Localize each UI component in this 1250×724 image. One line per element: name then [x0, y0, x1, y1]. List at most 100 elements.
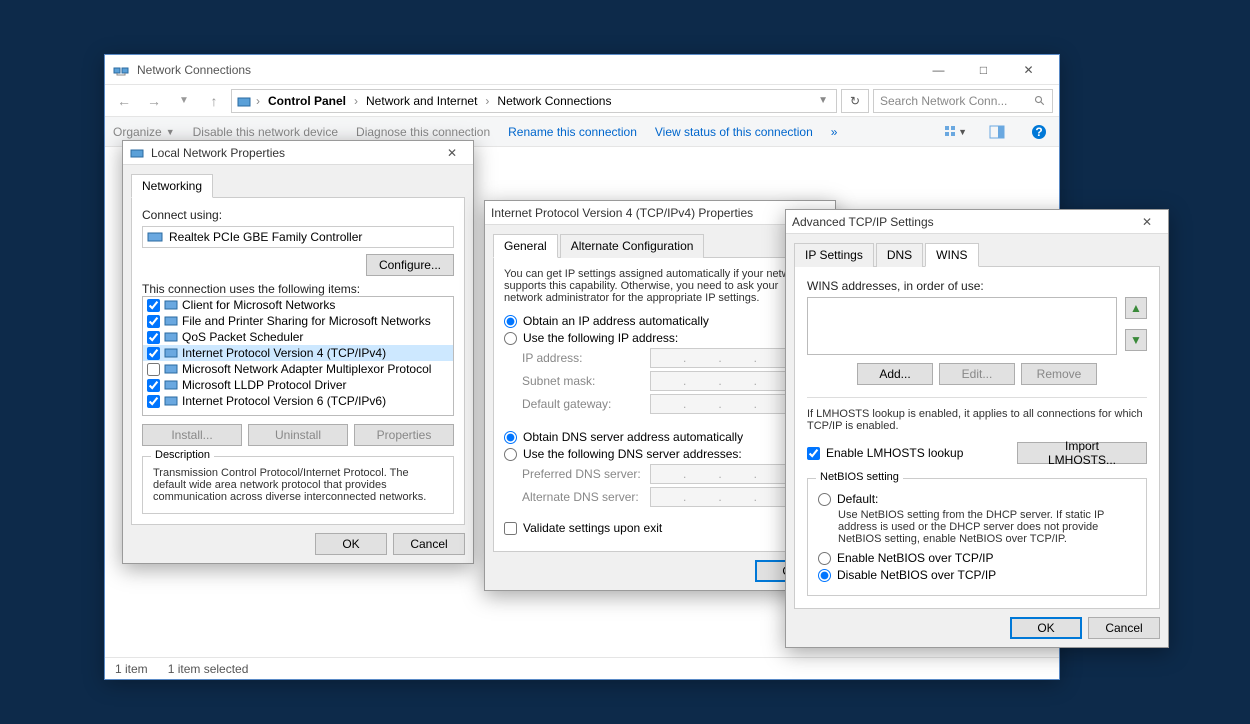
- list-item[interactable]: File and Printer Sharing for Microsoft N…: [143, 313, 453, 329]
- uses-items-label: This connection uses the following items…: [142, 282, 454, 296]
- close-button[interactable]: ✕: [1006, 56, 1051, 84]
- protocol-icon: [164, 362, 178, 376]
- validate-settings-checkbox[interactable]: [504, 522, 517, 535]
- local-network-properties-dialog: Local Network Properties ✕ Networking Co…: [122, 140, 474, 564]
- adapter-name: Realtek PCIe GBE Family Controller: [169, 230, 362, 244]
- back-button[interactable]: ←: [111, 88, 137, 114]
- validate-settings-label: Validate settings upon exit: [523, 521, 662, 535]
- list-item[interactable]: Client for Microsoft Networks: [143, 297, 453, 313]
- cancel-button[interactable]: Cancel: [1088, 617, 1160, 639]
- item-checkbox[interactable]: [147, 347, 160, 360]
- list-item[interactable]: Microsoft Network Adapter Multiplexor Pr…: [143, 361, 453, 377]
- crumb-control-panel[interactable]: Control Panel: [264, 92, 350, 110]
- item-label: QoS Packet Scheduler: [182, 330, 303, 344]
- item-checkbox[interactable]: [147, 395, 160, 408]
- disable-device-button[interactable]: Disable this network device: [193, 125, 338, 139]
- netbios-legend: NetBIOS setting: [816, 471, 903, 483]
- search-input[interactable]: Search Network Conn...: [873, 89, 1053, 113]
- diagnose-button[interactable]: Diagnose this connection: [356, 125, 490, 139]
- refresh-button[interactable]: ↻: [841, 89, 869, 113]
- item-checkbox[interactable]: [147, 299, 160, 312]
- obtain-dns-auto-label: Obtain DNS server address automatically: [523, 430, 743, 444]
- netbios-default-label: Default:: [837, 492, 878, 506]
- list-item[interactable]: Internet Protocol Version 6 (TCP/IPv6): [143, 393, 453, 409]
- install-button[interactable]: Install...: [142, 424, 242, 446]
- netbios-disable-radio[interactable]: [818, 569, 831, 582]
- address-dropdown-icon[interactable]: ▼: [814, 95, 832, 106]
- item-checkbox[interactable]: [147, 363, 160, 376]
- view-status-button[interactable]: View status of this connection: [655, 125, 813, 139]
- protocol-list[interactable]: Client for Microsoft NetworksFile and Pr…: [142, 296, 454, 416]
- preview-pane-icon[interactable]: [985, 120, 1009, 144]
- tab-dns[interactable]: DNS: [876, 243, 923, 267]
- use-following-dns-radio[interactable]: [504, 448, 517, 461]
- netbios-default-radio[interactable]: [818, 493, 831, 506]
- tab-alternate-configuration[interactable]: Alternate Configuration: [560, 234, 705, 258]
- protocol-icon: [164, 378, 178, 392]
- edit-button[interactable]: Edit...: [939, 363, 1015, 385]
- search-icon: [1034, 95, 1046, 107]
- obtain-ip-auto-radio[interactable]: [504, 315, 517, 328]
- breadcrumb[interactable]: › Control Panel › Network and Internet ›…: [231, 89, 837, 113]
- organize-button[interactable]: Organize ▼: [113, 125, 175, 139]
- ok-button[interactable]: OK: [1010, 617, 1082, 639]
- tab-ip-settings[interactable]: IP Settings: [794, 243, 874, 267]
- selection-count: 1 item selected: [168, 662, 249, 676]
- list-item[interactable]: QoS Packet Scheduler: [143, 329, 453, 345]
- maximize-button[interactable]: □: [961, 56, 1006, 84]
- item-checkbox[interactable]: [147, 331, 160, 344]
- obtain-ip-auto-label: Obtain an IP address automatically: [523, 314, 709, 328]
- list-item[interactable]: Internet Protocol Version 4 (TCP/IPv4): [143, 345, 453, 361]
- tab-wins[interactable]: WINS: [925, 243, 978, 267]
- obtain-dns-auto-radio[interactable]: [504, 431, 517, 444]
- netbios-enable-radio[interactable]: [818, 552, 831, 565]
- minimize-button[interactable]: —: [916, 56, 961, 84]
- ok-button[interactable]: OK: [315, 533, 387, 555]
- subnet-field: ...: [650, 371, 790, 391]
- view-options-icon[interactable]: ▼: [943, 120, 967, 144]
- crumb-network-connections[interactable]: Network Connections: [493, 92, 615, 110]
- crumb-network-internet[interactable]: Network and Internet: [362, 92, 481, 110]
- forward-button[interactable]: →: [141, 88, 167, 114]
- move-down-button[interactable]: ▼: [1125, 329, 1147, 351]
- move-up-button[interactable]: ▲: [1125, 297, 1147, 319]
- up-button[interactable]: ↑: [201, 88, 227, 114]
- ipv4-properties-dialog: Internet Protocol Version 4 (TCP/IPv4) P…: [484, 200, 836, 591]
- use-following-ip-radio[interactable]: [504, 332, 517, 345]
- enable-lmhosts-checkbox[interactable]: [807, 447, 820, 460]
- item-label: Client for Microsoft Networks: [182, 298, 335, 312]
- item-label: Internet Protocol Version 6 (TCP/IPv6): [182, 394, 386, 408]
- ipv4-blurb: You can get IP settings assigned automat…: [504, 268, 816, 304]
- adapter-field[interactable]: Realtek PCIe GBE Family Controller: [142, 226, 454, 248]
- chevron-right-icon: ›: [354, 94, 358, 108]
- description-text: Transmission Control Protocol/Internet P…: [153, 467, 443, 503]
- rename-button[interactable]: Rename this connection: [508, 125, 637, 139]
- remove-button[interactable]: Remove: [1021, 363, 1097, 385]
- cancel-button[interactable]: Cancel: [393, 533, 465, 555]
- item-checkbox[interactable]: [147, 315, 160, 328]
- search-placeholder: Search Network Conn...: [880, 94, 1007, 108]
- uninstall-button[interactable]: Uninstall: [248, 424, 348, 446]
- wins-list[interactable]: [807, 297, 1117, 355]
- close-button[interactable]: ✕: [1132, 212, 1162, 232]
- add-button[interactable]: Add...: [857, 363, 933, 385]
- recent-dropdown[interactable]: ▼: [171, 88, 197, 114]
- item-label: Microsoft Network Adapter Multiplexor Pr…: [182, 362, 431, 376]
- close-button[interactable]: ✕: [437, 143, 467, 163]
- ip-address-label: IP address:: [522, 351, 642, 365]
- help-icon[interactable]: ?: [1027, 120, 1051, 144]
- preferred-dns-label: Preferred DNS server:: [522, 467, 642, 481]
- tab-networking[interactable]: Networking: [131, 174, 213, 198]
- tab-general[interactable]: General: [493, 234, 558, 258]
- item-checkbox[interactable]: [147, 379, 160, 392]
- alternate-dns-field: ...: [650, 487, 790, 507]
- protocol-icon: [164, 298, 178, 312]
- configure-button[interactable]: Configure...: [366, 254, 454, 276]
- window-title: Network Connections: [137, 63, 916, 77]
- protocol-icon: [164, 330, 178, 344]
- properties-button[interactable]: Properties: [354, 424, 454, 446]
- list-item[interactable]: Microsoft LLDP Protocol Driver: [143, 377, 453, 393]
- overflow-button[interactable]: »: [831, 125, 838, 139]
- import-lmhosts-button[interactable]: Import LMHOSTS...: [1017, 442, 1147, 464]
- svg-text:?: ?: [1035, 125, 1042, 139]
